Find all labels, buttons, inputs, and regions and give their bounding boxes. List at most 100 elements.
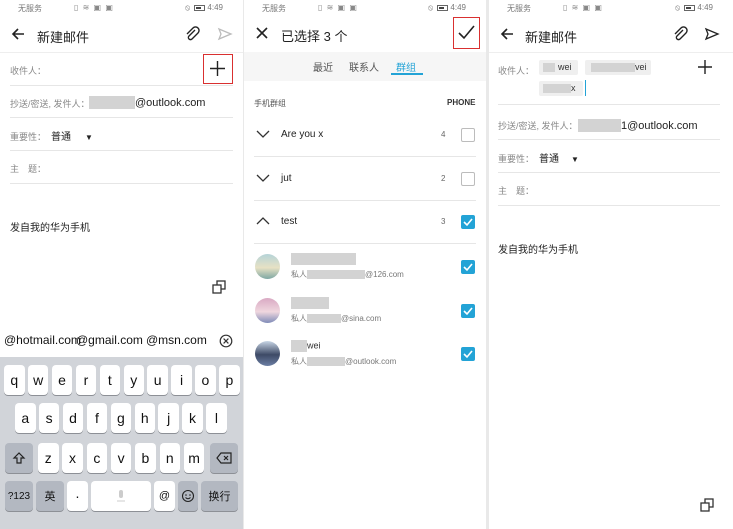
body-text[interactable]: 发自我的华为手机	[498, 241, 578, 256]
tab-contacts[interactable]: 联系人	[349, 59, 379, 74]
emoji-key[interactable]	[178, 481, 198, 511]
group-checkbox[interactable]	[461, 128, 475, 142]
from-address-field[interactable]: @outlook.com	[89, 94, 205, 110]
back-arrow-icon[interactable]	[10, 26, 26, 42]
key-q[interactable]: q	[4, 365, 25, 395]
close-circle-icon[interactable]	[219, 334, 233, 348]
key-l[interactable]: l	[206, 403, 227, 433]
key-u[interactable]: u	[147, 365, 168, 395]
key-s[interactable]: s	[38, 403, 60, 433]
shift-key[interactable]	[5, 443, 33, 473]
suggestion-msn[interactable]: @msn.com	[146, 333, 207, 355]
status-right: ⦸ 4:49	[427, 3, 466, 12]
dropdown-arrow-icon: ▼	[571, 155, 579, 164]
key-t[interactable]: t	[99, 365, 121, 395]
attachment-icon[interactable]	[184, 26, 200, 42]
key-z[interactable]: z	[38, 443, 59, 473]
carrier-text: 无服务	[507, 4, 531, 13]
confirm-button[interactable]	[453, 17, 480, 49]
chevron-down-icon[interactable]	[255, 129, 271, 139]
divider	[498, 139, 720, 140]
key-p[interactable]: p	[219, 365, 240, 395]
group-row[interactable]: test 3	[244, 201, 486, 244]
tab-recent[interactable]: 最近	[313, 59, 333, 74]
key-o[interactable]: o	[195, 365, 216, 395]
plus-icon[interactable]	[697, 59, 713, 75]
add-recipient-button[interactable]	[203, 54, 233, 84]
attachment-icon[interactable]	[672, 26, 688, 42]
key-v[interactable]: v	[110, 443, 132, 473]
member-row[interactable]: 私人 @sina.com	[244, 292, 486, 332]
member-row[interactable]: wei 私人 @outlook.com	[244, 335, 486, 375]
key-d[interactable]: d	[62, 403, 84, 433]
group-row[interactable]: jut 2	[244, 158, 486, 201]
space-key[interactable]	[91, 481, 151, 511]
enter-key[interactable]: 换行	[201, 481, 238, 511]
back-arrow-icon[interactable]	[499, 26, 515, 42]
recipient-chip[interactable]: vei	[585, 60, 651, 75]
key-i[interactable]: i	[171, 365, 192, 395]
priority-select[interactable]: 普通 ▼	[51, 128, 93, 143]
page-title: 新建邮件	[37, 30, 90, 45]
send-icon[interactable]	[704, 26, 720, 42]
copy-icon[interactable]	[699, 497, 715, 513]
chip-label: vei	[635, 62, 647, 72]
redacted-text	[89, 96, 135, 110]
at-key[interactable]: @	[154, 481, 175, 511]
contact-picker-panel: 无服务 ▯ ≋ ▣ ▣ ⦸ 4:49 已选择 3 个 最近 联系人 群组 手机群…	[244, 0, 486, 529]
chevron-up-icon[interactable]	[255, 216, 271, 226]
check-icon	[463, 218, 473, 227]
member-name	[291, 297, 329, 309]
group-name: Are you x	[281, 129, 324, 140]
numbers-key[interactable]: ?123	[5, 481, 33, 511]
group-checkbox[interactable]	[461, 215, 475, 229]
body-text[interactable]: 发自我的华为手机	[10, 219, 90, 234]
carrier-text: 无服务	[262, 4, 286, 13]
member-checkbox[interactable]	[461, 260, 475, 274]
divider	[10, 117, 233, 118]
key-c[interactable]: c	[86, 443, 108, 473]
group-row[interactable]: Are you x 4	[244, 114, 486, 157]
backspace-key[interactable]	[210, 443, 238, 473]
member-row[interactable]: 私人 @126.com	[244, 248, 486, 288]
key-f[interactable]: f	[86, 403, 108, 433]
recipient-chip[interactable]: wei	[539, 60, 578, 75]
key-e[interactable]: e	[51, 365, 73, 395]
key-r[interactable]: r	[75, 365, 97, 395]
key-w[interactable]: w	[27, 365, 49, 395]
suggestion-gmail[interactable]: @gmail.com	[76, 333, 143, 355]
key-j[interactable]: j	[158, 403, 179, 433]
status-icons: ▯ ≋ ▣ ▣	[563, 3, 603, 12]
divider	[10, 183, 233, 184]
key-a[interactable]: a	[15, 403, 36, 433]
tab-groups[interactable]: 群组	[396, 59, 416, 74]
key-h[interactable]: h	[134, 403, 155, 433]
from-address-field[interactable]: 1@outlook.com	[578, 117, 698, 133]
close-icon[interactable]	[255, 26, 269, 40]
key-k[interactable]: k	[182, 403, 203, 433]
dot-key[interactable]: ·	[67, 481, 88, 511]
chevron-down-icon[interactable]	[255, 173, 271, 183]
key-y[interactable]: y	[123, 365, 144, 395]
priority-label: 重要性：	[10, 132, 47, 142]
member-checkbox[interactable]	[461, 304, 475, 318]
chip-label: x	[571, 83, 576, 93]
language-key[interactable]: 英	[36, 481, 64, 511]
send-icon[interactable]	[217, 26, 233, 42]
email-prefix: 私人	[291, 314, 307, 323]
status-bar: 无服务 ▯ ≋ ▣ ▣ ⦸ 4:49	[0, 0, 243, 16]
key-g[interactable]: g	[110, 403, 132, 433]
group-count: 4	[441, 130, 446, 139]
key-x[interactable]: x	[62, 443, 83, 473]
header-divider	[489, 52, 733, 53]
clock: 4:49	[207, 3, 223, 12]
priority-select[interactable]: 普通 ▼	[539, 150, 579, 165]
key-m[interactable]: m	[183, 443, 205, 473]
member-checkbox[interactable]	[461, 347, 475, 361]
key-n[interactable]: n	[159, 443, 180, 473]
copy-icon[interactable]	[211, 279, 227, 295]
group-checkbox[interactable]	[461, 172, 475, 186]
recipient-chip[interactable]: x	[539, 81, 583, 96]
key-b[interactable]: b	[135, 443, 156, 473]
suggestion-hotmail[interactable]: @hotmail.com	[4, 333, 81, 355]
